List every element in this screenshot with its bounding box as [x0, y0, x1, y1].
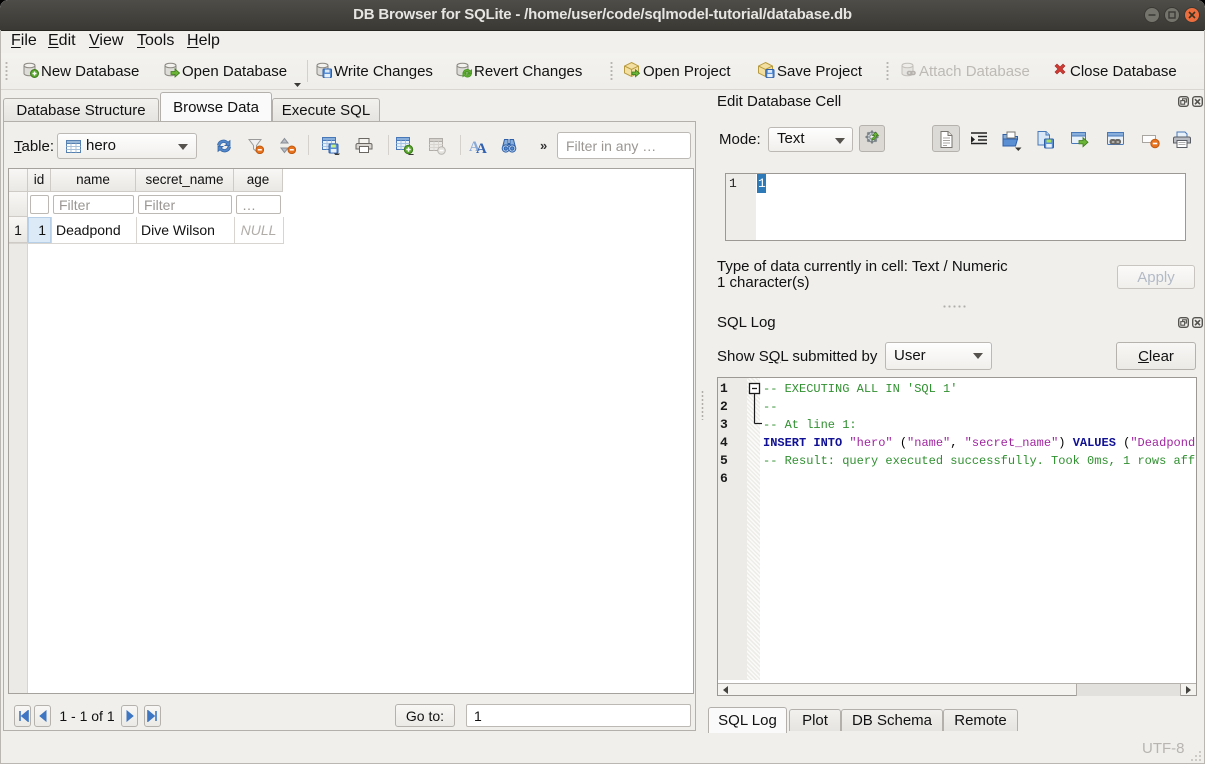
- svg-text:A: A: [476, 141, 487, 154]
